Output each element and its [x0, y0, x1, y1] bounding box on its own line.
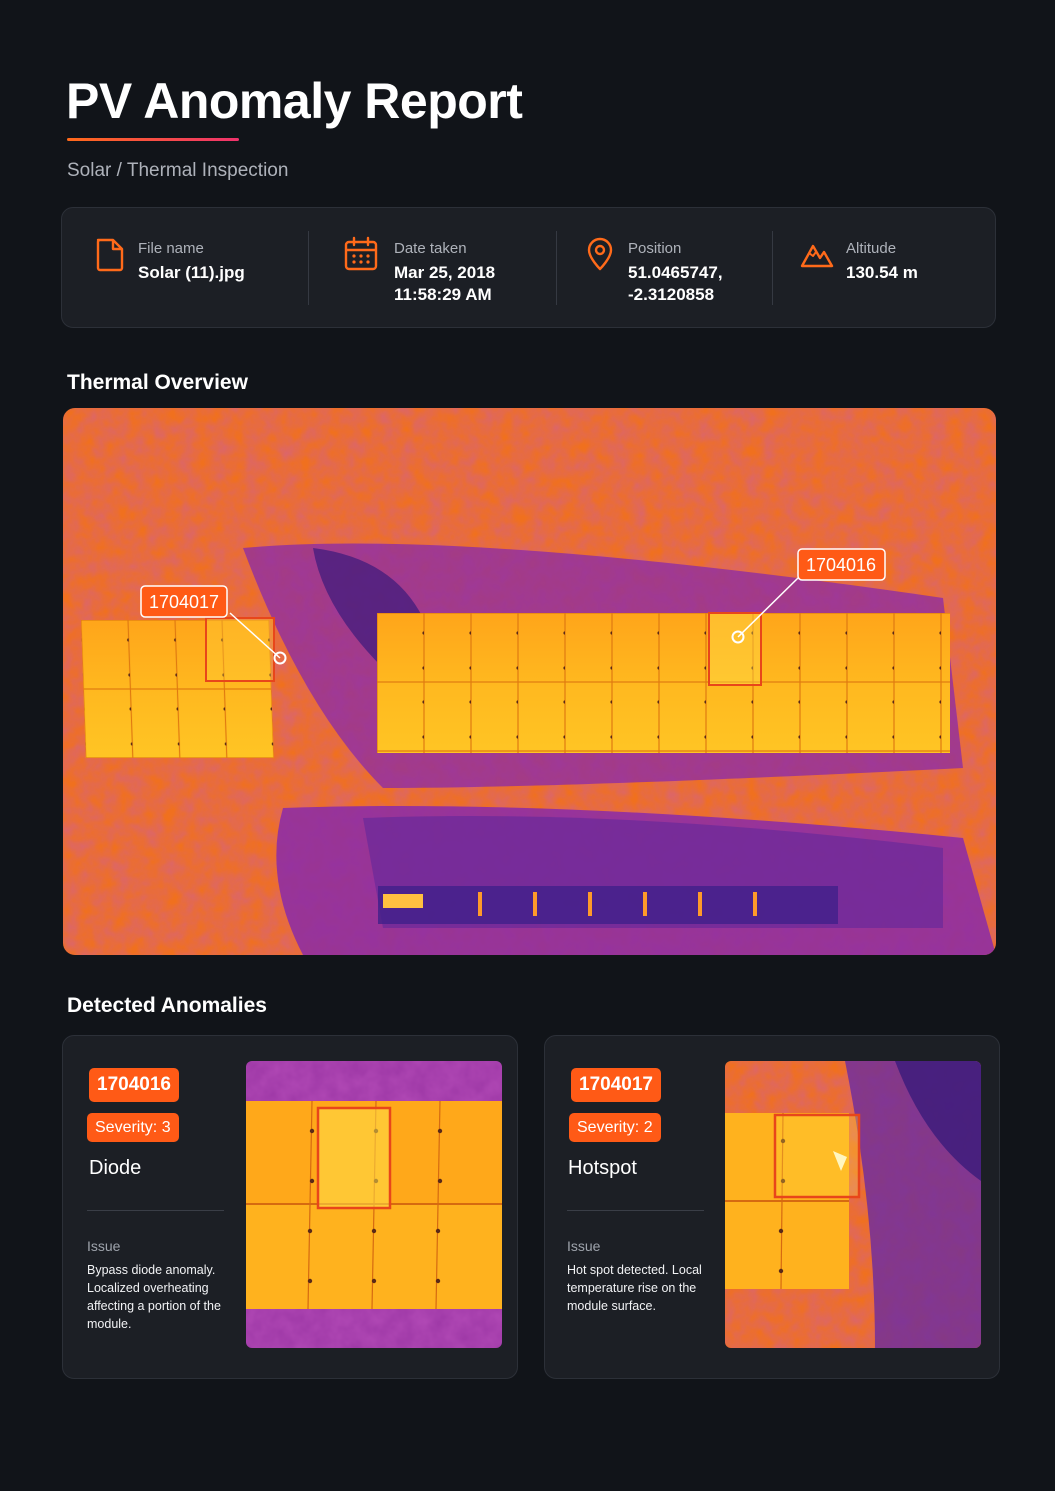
meta-divider	[556, 231, 557, 305]
thermal-overview-title: Thermal Overview	[67, 371, 248, 394]
issue-text: Hot spot detected. Local temperature ris…	[567, 1263, 702, 1313]
svg-text:1704016: 1704016	[806, 555, 876, 575]
meta-value: Mar 25, 2018 11:58:29 AM	[394, 262, 495, 306]
page-title: PV Anomaly Report	[66, 73, 523, 129]
meta-label: File name	[138, 240, 204, 257]
meta-value: 130.54 m	[846, 263, 918, 282]
meta-divider	[772, 231, 773, 305]
anomaly-thumbnail[interactable]	[246, 1061, 502, 1348]
longitude: -2.3120858	[628, 285, 715, 304]
anomaly-card[interactable]: 1704017 Severity: 2 Hotspot Issue Hot sp…	[544, 1035, 1000, 1379]
svg-text:1704017: 1704017	[149, 592, 219, 612]
meta-label: Date taken	[394, 240, 467, 257]
marker-label-1704017[interactable]: 1704017	[140, 585, 228, 618]
meta-divider	[308, 231, 309, 305]
anomaly-type: Diode	[89, 1157, 142, 1179]
thermal-overview-image[interactable]: 1704017 1704016	[63, 408, 996, 955]
card-divider	[87, 1210, 224, 1211]
anomaly-id-badge: 1704017	[571, 1068, 661, 1102]
file-icon	[96, 238, 124, 272]
anomaly-type: Hotspot	[568, 1157, 637, 1179]
meta-value: 51.0465747, -2.3120858	[628, 262, 723, 306]
title-underline	[67, 138, 239, 141]
card-divider	[567, 1210, 704, 1211]
location-pin-icon	[587, 237, 613, 271]
time-line: 11:58:29 AM	[394, 285, 492, 304]
mountain-icon	[800, 244, 834, 268]
severity-badge: Severity: 2	[569, 1113, 661, 1142]
page-subtitle: Solar / Thermal Inspection	[67, 160, 289, 181]
issue-label: Issue	[567, 1238, 601, 1254]
severity-badge: Severity: 3	[87, 1113, 179, 1142]
meta-label: Altitude	[846, 240, 897, 257]
anomaly-id-badge: 1704016	[89, 1068, 179, 1102]
metadata-card: File name Solar (11).jpg Date taken Mar …	[61, 207, 996, 328]
marker-label-1704016[interactable]: 1704016	[797, 548, 886, 581]
latitude: 51.0465747,	[628, 263, 723, 282]
anomaly-thumbnail[interactable]	[725, 1061, 981, 1348]
date-line: Mar 25, 2018	[394, 263, 496, 282]
calendar-icon	[344, 236, 378, 271]
anomaly-card[interactable]: 1704016 Severity: 3 Diode Issue Bypass d…	[62, 1035, 518, 1379]
detected-anomalies-title: Detected Anomalies	[67, 994, 267, 1017]
meta-label: Position	[628, 240, 682, 257]
issue-label: Issue	[87, 1238, 121, 1254]
issue-text: Bypass diode anomaly. Localized overheat…	[87, 1263, 221, 1331]
meta-value: Solar (11).jpg	[138, 263, 245, 282]
